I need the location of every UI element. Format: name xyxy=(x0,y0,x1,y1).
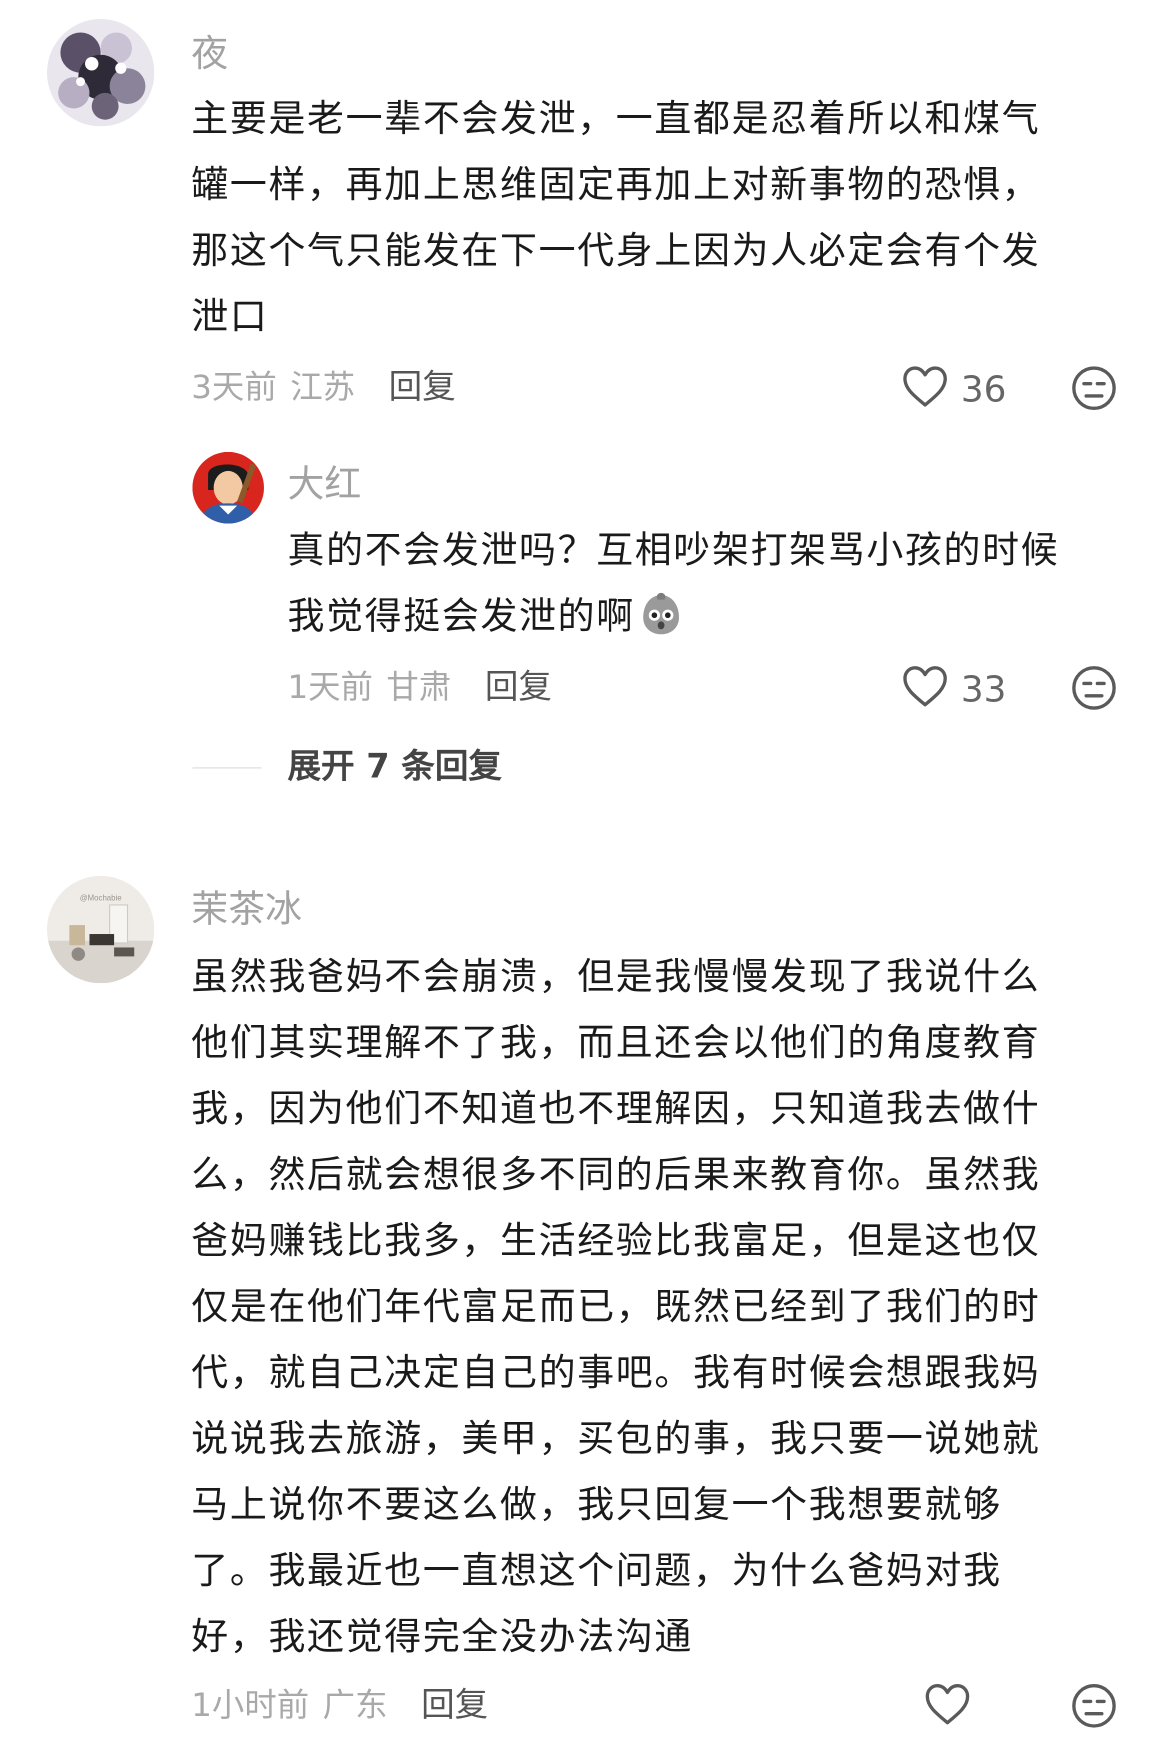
avatar[interactable] xyxy=(192,451,264,524)
comment-meta: 1小时前 广东 回复 xyxy=(191,1685,488,1726)
like-count: 36 xyxy=(960,368,1007,411)
comment-line: 虽然我爸妈不会崩溃，但是我慢慢发现了我说什么 xyxy=(191,954,1041,998)
comment-line: 仅是在他们年代富足而已，既然已经到了我们的时 xyxy=(191,1284,1041,1328)
avatar[interactable] xyxy=(46,19,155,127)
shocked-face-emoji xyxy=(637,591,684,638)
comment-line: 泄口 xyxy=(191,294,269,338)
comment-username[interactable]: 茉茶冰 xyxy=(191,887,302,932)
comment-body: 虽然我爸妈不会崩溃，但是我慢慢发现了我说什么 他们其实理解不了我，而且还会以他们… xyxy=(191,943,1119,1669)
reply-line: 我觉得挺会发泄的啊 xyxy=(287,583,1137,649)
heart-outline-icon[interactable] xyxy=(924,1682,971,1727)
comment-line: 爸妈赚钱比我多，生活经验比我富足，但是这也仅 xyxy=(191,1218,1041,1262)
unamused-face-icon[interactable] xyxy=(1071,664,1118,711)
comment-username[interactable]: 夜 xyxy=(191,31,228,76)
comment-line: 好，我还觉得完全没办法沟通 xyxy=(191,1614,693,1658)
comment-line: 马上说你不要这么做，我只回复一个我想要就够 xyxy=(191,1482,1002,1526)
avatar[interactable]: @Mochabie xyxy=(46,875,155,984)
comment-line: 说说我去旅游，美甲，买包的事，我只要一说她就 xyxy=(191,1416,1041,1460)
reply-button[interactable]: 回复 xyxy=(421,1686,488,1725)
reply-button[interactable]: 回复 xyxy=(485,668,552,707)
comment-line: 那这个气只能发在下一代身上因为人必定会有个发 xyxy=(191,228,1041,272)
heart-outline-icon[interactable] xyxy=(902,664,949,709)
comment-body: 主要是老一辈不会发泄，一直都是忍着所以和煤气 罐一样，再加上思维固定再加上对新事… xyxy=(191,85,1119,349)
expand-divider xyxy=(192,767,262,769)
reply-line-text: 我觉得挺会发泄的啊 xyxy=(287,593,635,638)
reply-line: 真的不会发泄吗？互相吵架打架骂小孩的时候 xyxy=(287,527,1060,572)
comment-meta: 3天前 江苏 回复 xyxy=(191,367,456,408)
expand-replies-button[interactable]: 展开 7 条回复 xyxy=(287,747,502,787)
unamused-face-icon[interactable] xyxy=(1071,365,1118,412)
comment-line: 他们其实理解不了我，而且还会以他们的角度教育 xyxy=(191,1020,1041,1064)
reply-location: 甘肃 xyxy=(386,667,452,706)
comment-location: 江苏 xyxy=(290,368,356,407)
heart-outline-icon[interactable] xyxy=(902,365,949,410)
reply-username[interactable]: 大红 xyxy=(287,462,361,507)
reply-time: 1天前 xyxy=(287,667,374,706)
comment-time: 1小时前 xyxy=(191,1685,310,1724)
unamused-face-icon[interactable] xyxy=(1071,1682,1118,1729)
comment-line: 了。我最近也一直想这个问题，为什么爸妈对我 xyxy=(191,1548,1002,1592)
like-count: 33 xyxy=(960,667,1007,711)
comment-line: 罐一样，再加上思维固定再加上对新事物的恐惧， xyxy=(191,162,1041,206)
reply-body: 真的不会发泄吗？互相吵架打架骂小孩的时候 我觉得挺会发泄的啊 xyxy=(287,517,1137,649)
comment-line: 主要是老一辈不会发泄，一直都是忍着所以和煤气 xyxy=(191,96,1041,140)
avatar-caption: @Mochabie xyxy=(80,893,122,902)
comment-location: 广东 xyxy=(322,1685,388,1724)
comment-time: 3天前 xyxy=(191,368,277,407)
comments-screen: 夜 主要是老一辈不会发泄，一直都是忍着所以和煤气 罐一样，再加上思维固定再加上对… xyxy=(0,0,1170,1756)
comment-line: 么，然后就会想很多不同的后果来教育你。虽然我 xyxy=(191,1152,1041,1196)
comment-line: 代，就自己决定自己的事吧。我有时候会想跟我妈 xyxy=(191,1350,1041,1394)
comment-line: 我，因为他们不知道也不理解因，只知道我去做什 xyxy=(191,1086,1041,1130)
reply-meta: 1天前 甘肃 回复 xyxy=(287,667,552,708)
reply-button[interactable]: 回复 xyxy=(389,368,456,407)
